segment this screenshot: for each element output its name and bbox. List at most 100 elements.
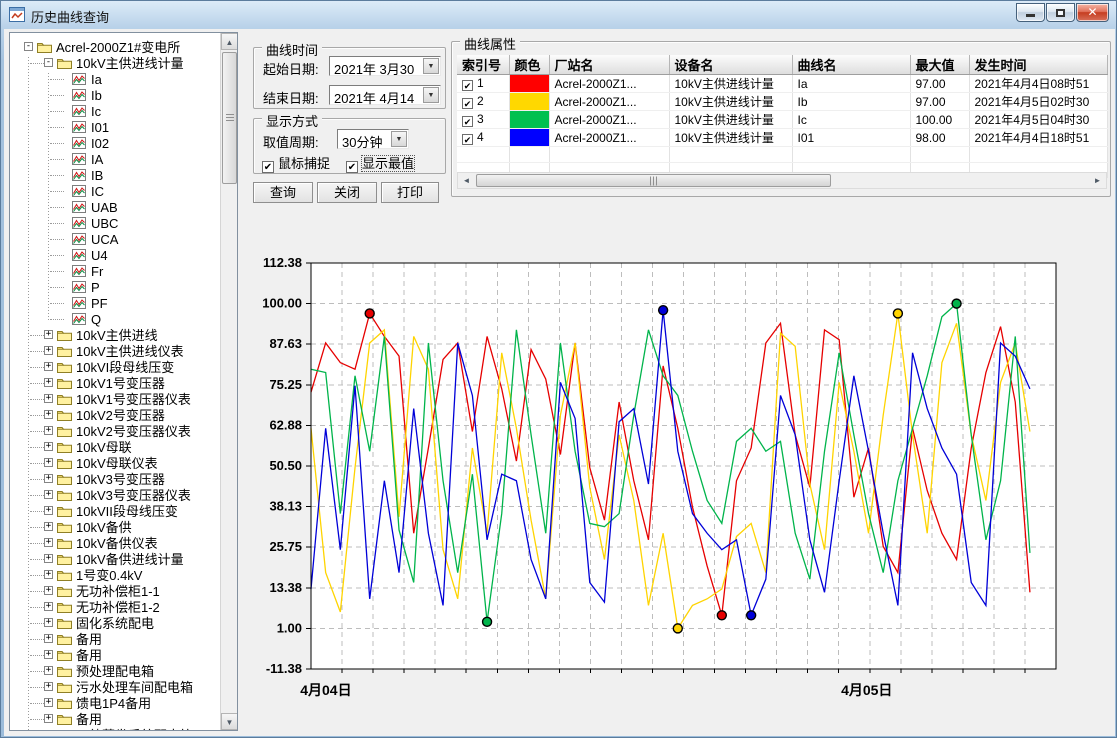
tree-item[interactable]: Ia — [10, 71, 220, 87]
tree-item[interactable]: UCA — [10, 231, 220, 247]
tree-item[interactable]: Ib — [10, 87, 220, 103]
tree-item[interactable]: +备用 — [10, 631, 220, 647]
tree-item[interactable]: +预处理配电箱 — [10, 663, 220, 679]
table-row[interactable]: ✔1Acrel-2000Z1...10kV主供进线计量Ia97.002021年4… — [457, 75, 1107, 93]
table-header-color[interactable]: 颜色 — [509, 55, 549, 75]
scrollbar-thumb[interactable] — [476, 174, 831, 187]
expand-toggle-icon[interactable]: + — [44, 634, 53, 643]
tree-item[interactable]: +10kV2号变压器 — [10, 407, 220, 423]
tree-item[interactable]: +10kV1号变压器 — [10, 375, 220, 391]
title-bar[interactable]: 历史曲线查询 ✕ — [1, 1, 1116, 28]
table-header-index[interactable]: 索引号 — [457, 55, 509, 75]
tree-item[interactable]: -10kV主供进线计量 — [10, 55, 220, 71]
table-horizontal-scrollbar[interactable]: ◄ ► — [457, 172, 1107, 189]
expand-toggle-icon[interactable]: + — [44, 650, 53, 659]
expand-toggle-icon[interactable]: + — [44, 554, 53, 563]
expand-toggle-icon[interactable]: + — [44, 586, 53, 595]
expand-toggle-icon[interactable]: + — [44, 426, 53, 435]
tree-item[interactable]: Q — [10, 311, 220, 327]
scroll-down-arrow[interactable]: ▼ — [221, 713, 238, 730]
row-checkbox[interactable]: ✔ — [462, 98, 473, 109]
scroll-up-arrow[interactable]: ▲ — [221, 33, 238, 50]
tree-item[interactable]: IC — [10, 183, 220, 199]
tree-item[interactable]: +备用 — [10, 647, 220, 663]
tree-item[interactable]: UAB — [10, 199, 220, 215]
table-header-device[interactable]: 设备名 — [669, 55, 792, 75]
tree-item[interactable]: +10kV母联仪表 — [10, 455, 220, 471]
tree-item[interactable]: +1号变0.4kV — [10, 567, 220, 583]
table-row[interactable]: ✔2Acrel-2000Z1...10kV主供进线计量Ib97.002021年4… — [457, 93, 1107, 111]
expand-toggle-icon[interactable]: + — [44, 682, 53, 691]
row-checkbox[interactable]: ✔ — [462, 116, 473, 127]
expand-toggle-icon[interactable]: + — [44, 394, 53, 403]
table-row[interactable]: ✔3Acrel-2000Z1...10kV主供进线计量Ic100.002021年… — [457, 111, 1107, 129]
expand-toggle-icon[interactable]: + — [44, 378, 53, 387]
expand-toggle-icon[interactable]: + — [44, 362, 53, 371]
table-header-time[interactable]: 发生时间 — [969, 55, 1107, 75]
expand-toggle-icon[interactable]: + — [44, 346, 53, 355]
table-row[interactable]: ✔4Acrel-2000Z1...10kV主供进线计量I0198.002021年… — [457, 129, 1107, 147]
tree-item[interactable]: IB — [10, 167, 220, 183]
expand-toggle-icon[interactable]: + — [44, 330, 53, 339]
tree-item[interactable]: +10kV备供 — [10, 519, 220, 535]
tree-item[interactable]: +馈电1P4备用 — [10, 695, 220, 711]
tree-item[interactable]: U4 — [10, 247, 220, 263]
table-header-station[interactable]: 厂站名 — [549, 55, 669, 75]
mouse-capture-checkbox[interactable]: ✔鼠标捕捉 — [262, 153, 330, 173]
period-select[interactable]: 30分钟 ▼ — [337, 129, 409, 149]
tree-item[interactable]: +10kV2号变压器仪表 — [10, 423, 220, 439]
table-header-max[interactable]: 最大值 — [910, 55, 969, 75]
expand-toggle-icon[interactable]: + — [44, 698, 53, 707]
tree-vertical-scrollbar[interactable]: ▲ ▼ — [220, 33, 237, 730]
expand-toggle-icon[interactable]: + — [44, 410, 53, 419]
tree-item[interactable]: +污水处理车间配电箱 — [10, 679, 220, 695]
expand-toggle-icon[interactable]: + — [44, 730, 53, 731]
tree-item[interactable]: +备用 — [10, 711, 220, 727]
query-button[interactable]: 查询 — [253, 182, 313, 203]
chevron-down-icon[interactable]: ▼ — [423, 87, 439, 103]
expand-toggle-icon[interactable]: + — [44, 666, 53, 675]
chevron-down-icon[interactable]: ▼ — [423, 58, 439, 74]
tree-item[interactable]: +无功补偿柜1-2 — [10, 599, 220, 615]
history-curve-chart[interactable]: 112.38100.0087.6375.2562.8850.5038.1325.… — [249, 247, 1079, 712]
expand-toggle-icon[interactable]: + — [44, 490, 53, 499]
tree-item[interactable]: +10kV3号变压器仪表 — [10, 487, 220, 503]
show-extremes-checkbox[interactable]: ✔显示最值 — [346, 153, 414, 173]
tree-item[interactable]: P — [10, 279, 220, 295]
close-button[interactable]: ✕ — [1076, 3, 1109, 22]
scrollbar-thumb[interactable] — [222, 52, 237, 184]
tree-item[interactable]: I01 — [10, 119, 220, 135]
start-date-picker[interactable]: 2021年 3月30 ▼ — [329, 56, 441, 76]
tree-item[interactable]: +10kV主供进线仪表 — [10, 343, 220, 359]
tree-item[interactable]: -Acrel-2000Z1#变电所 — [10, 39, 220, 55]
expand-toggle-icon[interactable]: + — [44, 570, 53, 579]
tree-item[interactable]: +无功补偿柜1-1 — [10, 583, 220, 599]
tree-item[interactable]: UBC — [10, 215, 220, 231]
table-header-curve[interactable]: 曲线名 — [792, 55, 910, 75]
scroll-left-arrow[interactable]: ◄ — [458, 173, 475, 188]
tree-item[interactable]: PF — [10, 295, 220, 311]
scroll-right-arrow[interactable]: ► — [1089, 173, 1106, 188]
tree-item[interactable]: IA — [10, 151, 220, 167]
row-checkbox[interactable]: ✔ — [462, 80, 473, 91]
expand-toggle-icon[interactable]: + — [44, 618, 53, 627]
chevron-down-icon[interactable]: ▼ — [391, 131, 407, 147]
minimize-button[interactable] — [1016, 3, 1045, 22]
end-date-picker[interactable]: 2021年 4月14 ▼ — [329, 85, 441, 105]
tree-item[interactable]: +10kV3号变压器 — [10, 471, 220, 487]
expand-toggle-icon[interactable]: + — [44, 538, 53, 547]
row-checkbox[interactable]: ✔ — [462, 134, 473, 145]
expand-toggle-icon[interactable]: + — [44, 522, 53, 531]
collapse-toggle-icon[interactable]: - — [24, 42, 33, 51]
close-dialog-button[interactable]: 关闭 — [317, 182, 377, 203]
tree-item[interactable]: +10kV备供仪表 — [10, 535, 220, 551]
print-button[interactable]: 打印 — [381, 182, 439, 203]
tree-item[interactable]: +固化系统配电 — [10, 615, 220, 631]
expand-toggle-icon[interactable]: + — [44, 442, 53, 451]
expand-toggle-icon[interactable]: + — [44, 458, 53, 467]
tree-item[interactable]: Ic — [10, 103, 220, 119]
tree-item[interactable]: +10kV1号变压器仪表 — [10, 391, 220, 407]
tree-item[interactable]: +三效蒸发系统配电箱 — [10, 727, 220, 731]
tree-item[interactable]: +10kV主供进线 — [10, 327, 220, 343]
tree-item[interactable]: +10kV备供进线计量 — [10, 551, 220, 567]
